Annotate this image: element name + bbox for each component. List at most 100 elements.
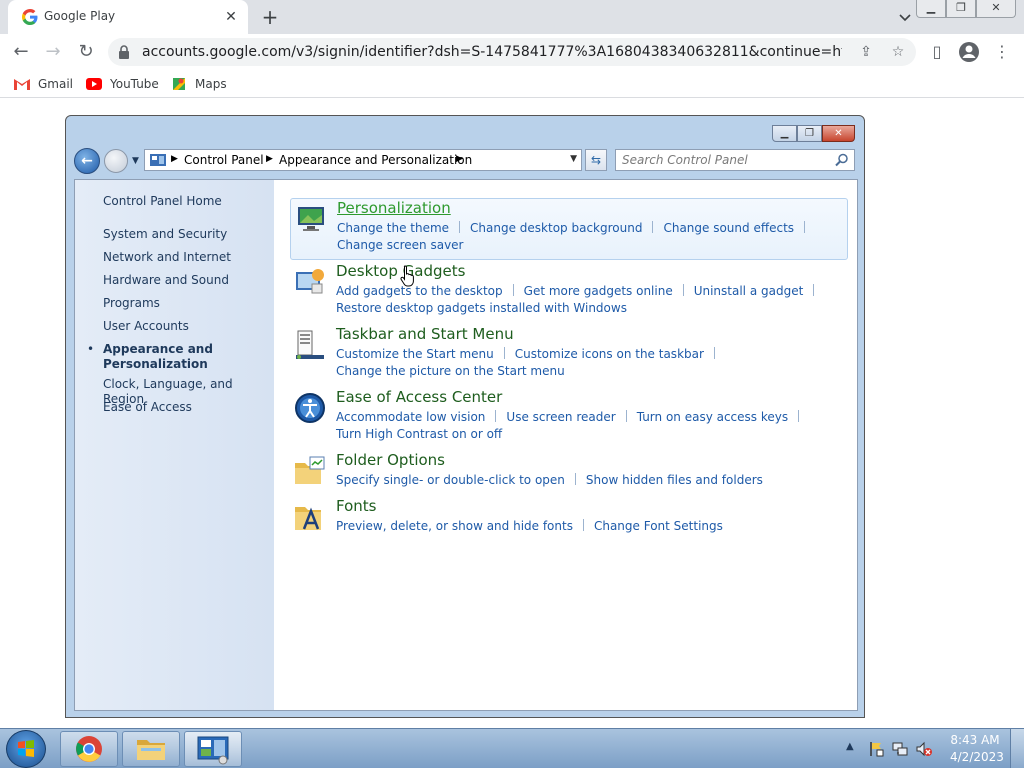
- breadcrumb-separator-icon[interactable]: ▶: [456, 154, 463, 164]
- profile-avatar-icon[interactable]: [957, 40, 981, 64]
- nav-control-panel-home[interactable]: Control Panel Home: [103, 194, 268, 209]
- browser-toolbar: ← → ↻ accounts.google.com/v3/signin/iden…: [0, 34, 1024, 70]
- cp-maximize-button[interactable]: ❐: [797, 125, 822, 142]
- control-panel-window: ▁ ❐ ✕ ← ▼ ▶ Control Panel ▶ Appearance a…: [65, 115, 865, 718]
- link-uninstall-gadget[interactable]: Uninstall a gadget: [694, 284, 804, 298]
- cp-search-input[interactable]: [622, 152, 822, 168]
- category-title[interactable]: Taskbar and Start Menu: [336, 325, 514, 343]
- breadcrumb-appearance[interactable]: Appearance and Personalization: [279, 153, 472, 167]
- nav-network-internet[interactable]: Network and Internet: [103, 250, 268, 265]
- link-high-contrast[interactable]: Turn High Contrast on or off: [336, 427, 502, 441]
- link-change-screen-saver[interactable]: Change screen saver: [337, 238, 464, 252]
- breadcrumb-separator-icon[interactable]: ▶: [171, 154, 178, 164]
- link-preview-fonts[interactable]: Preview, delete, or show and hide fonts: [336, 519, 573, 533]
- bookmark-maps[interactable]: Maps: [171, 75, 227, 93]
- breadcrumb-separator-icon[interactable]: ▶: [266, 154, 273, 164]
- taskbar-control-panel-button[interactable]: [184, 731, 242, 767]
- link-separator: [813, 284, 815, 296]
- breadcrumb-control-panel[interactable]: Control Panel: [184, 153, 264, 167]
- category-ease-of-access: Ease of Access Center Accommodate low vi…: [290, 388, 848, 444]
- folder-options-icon: [295, 456, 325, 484]
- bookmark-label: YouTube: [110, 77, 159, 91]
- reload-icon[interactable]: ↻: [74, 40, 98, 64]
- link-customize-start-menu[interactable]: Customize the Start menu: [336, 347, 494, 361]
- tab-search-chevron-icon[interactable]: [894, 7, 916, 27]
- lock-icon[interactable]: [118, 45, 130, 59]
- category-title[interactable]: Personalization: [337, 199, 451, 217]
- share-icon[interactable]: ⇪: [856, 42, 876, 62]
- history-dropdown-icon[interactable]: ▼: [132, 156, 139, 166]
- nav-hardware-sound[interactable]: Hardware and Sound: [103, 273, 268, 288]
- windows-logo-icon: [18, 740, 34, 757]
- category-title[interactable]: Folder Options: [336, 451, 445, 469]
- link-change-font-settings[interactable]: Change Font Settings: [594, 519, 723, 533]
- clock-date[interactable]: 4/2/2023: [950, 750, 1004, 764]
- link-easy-access-keys[interactable]: Turn on easy access keys: [637, 410, 788, 424]
- cp-left-pane: Control Panel Home System and Security N…: [75, 180, 274, 710]
- taskbar-chrome-button[interactable]: [60, 731, 118, 767]
- link-customize-taskbar-icons[interactable]: Customize icons on the taskbar: [515, 347, 704, 361]
- bookmark-gmail[interactable]: Gmail: [14, 75, 73, 93]
- taskbar-explorer-button[interactable]: [122, 731, 180, 767]
- link-screen-reader[interactable]: Use screen reader: [506, 410, 615, 424]
- link-change-start-menu-picture[interactable]: Change the picture on the Start menu: [336, 364, 565, 378]
- link-separator: [713, 347, 715, 359]
- nav-ease-of-access[interactable]: Ease of Access: [103, 400, 268, 415]
- restore-button[interactable]: ❐: [946, 0, 976, 18]
- browser-tab[interactable]: Google Play ✕: [8, 0, 248, 34]
- category-title[interactable]: Fonts: [336, 497, 376, 515]
- start-button[interactable]: [6, 730, 46, 768]
- address-dropdown-icon[interactable]: ▼: [570, 154, 577, 164]
- nav-user-accounts[interactable]: User Accounts: [103, 319, 268, 334]
- cp-forward-button[interactable]: [104, 149, 128, 173]
- nav-system-security[interactable]: System and Security: [103, 227, 268, 242]
- action-center-flag-icon[interactable]: [868, 741, 884, 757]
- link-change-theme[interactable]: Change the theme: [337, 221, 449, 235]
- close-button[interactable]: ✕: [976, 0, 1016, 18]
- side-panel-icon[interactable]: ▯: [925, 40, 949, 64]
- category-personalization: Personalization Change the theme Change d…: [290, 198, 848, 260]
- new-tab-button[interactable]: +: [258, 5, 282, 29]
- category-title[interactable]: Ease of Access Center: [336, 388, 502, 406]
- link-change-desktop-background[interactable]: Change desktop background: [470, 221, 642, 235]
- tab-close-icon[interactable]: ✕: [222, 8, 240, 26]
- cp-minimize-button[interactable]: ▁: [772, 125, 797, 142]
- youtube-icon: [86, 78, 102, 90]
- show-hidden-icons-arrow[interactable]: ▲: [846, 741, 854, 752]
- bookmark-youtube[interactable]: YouTube: [86, 75, 159, 93]
- current-page-bullet: •: [87, 342, 95, 356]
- menu-kebab-icon[interactable]: ⋮: [990, 40, 1014, 64]
- link-restore-gadgets[interactable]: Restore desktop gadgets installed with W…: [336, 301, 627, 315]
- back-arrow-icon[interactable]: ←: [9, 40, 33, 64]
- url-text[interactable]: accounts.google.com/v3/signin/identifier…: [142, 44, 842, 60]
- link-more-gadgets-online[interactable]: Get more gadgets online: [524, 284, 673, 298]
- nav-programs[interactable]: Programs: [103, 296, 268, 311]
- cp-close-button[interactable]: ✕: [822, 125, 855, 142]
- show-desktop-button[interactable]: [1010, 729, 1024, 768]
- cp-search-box[interactable]: [615, 149, 855, 171]
- network-icon[interactable]: [892, 741, 908, 757]
- category-folder-options: Folder Options Specify single- or double…: [290, 451, 848, 491]
- control-panel-icon: [150, 154, 166, 166]
- bookmark-star-icon[interactable]: ☆: [888, 42, 908, 62]
- control-panel-icon: [197, 736, 229, 765]
- link-add-gadgets[interactable]: Add gadgets to the desktop: [336, 284, 503, 298]
- cp-address-bar[interactable]: ▶ Control Panel ▶ Appearance and Persona…: [144, 149, 582, 171]
- google-favicon-icon: [22, 9, 38, 25]
- cp-refresh-button[interactable]: ⇆: [585, 149, 607, 171]
- link-single-double-click[interactable]: Specify single- or double-click to open: [336, 473, 565, 487]
- forward-arrow-icon[interactable]: →: [41, 40, 65, 64]
- clock-time[interactable]: 8:43 AM: [950, 733, 1000, 747]
- minimize-button[interactable]: ▁: [916, 0, 946, 18]
- taskbar: ▲ 8:43 AM 4/2/2023: [0, 728, 1024, 768]
- link-show-hidden-files[interactable]: Show hidden files and folders: [586, 473, 763, 487]
- volume-muted-icon[interactable]: [916, 741, 932, 757]
- link-change-sound-effects[interactable]: Change sound effects: [663, 221, 794, 235]
- link-low-vision[interactable]: Accommodate low vision: [336, 410, 485, 424]
- search-icon[interactable]: [835, 153, 849, 167]
- link-separator: [582, 519, 584, 531]
- cp-back-button[interactable]: ←: [74, 148, 100, 174]
- address-bar[interactable]: accounts.google.com/v3/signin/identifier…: [108, 38, 916, 66]
- bookmarks-bar: Gmail YouTube Maps: [0, 70, 1024, 98]
- nav-appearance-current-line1: Appearance and: [103, 342, 213, 356]
